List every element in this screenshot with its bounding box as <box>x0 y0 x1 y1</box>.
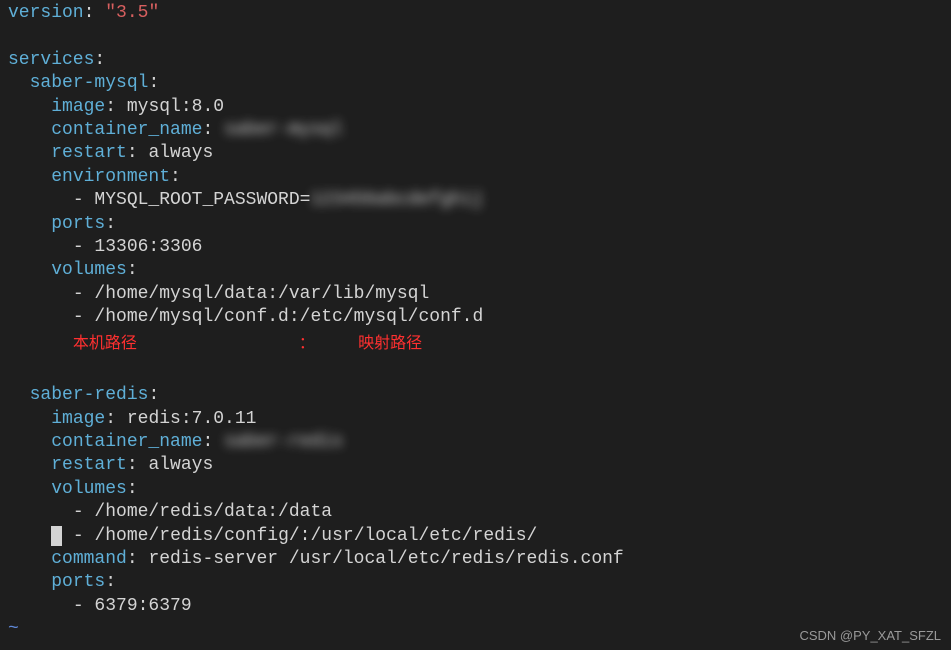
yaml-line: restart: always <box>8 142 943 165</box>
yaml-key: command <box>51 549 127 569</box>
yaml-line: volumes: <box>8 259 943 282</box>
yaml-key: image <box>51 97 105 117</box>
yaml-line: container_name: saber-mysql <box>8 119 943 142</box>
yaml-key: restart <box>51 455 127 475</box>
yaml-key: container_name <box>51 432 202 452</box>
yaml-key: ports <box>51 572 105 592</box>
yaml-line-services: services: <box>8 49 943 72</box>
yaml-service-name: saber-redis <box>30 385 149 405</box>
yaml-line: - MYSQL_ROOT_PASSWORD=123456abcdefghij <box>8 189 943 212</box>
yaml-line: image: redis:7.0.11 <box>8 408 943 431</box>
yaml-key: container_name <box>51 120 202 140</box>
yaml-value: "3.5" <box>105 3 159 23</box>
yaml-service-name: saber-mysql <box>30 73 149 93</box>
yaml-empty-line <box>8 361 943 384</box>
yaml-line: container_name: saber-redis <box>8 431 943 454</box>
tilde-icon: ~ <box>8 619 19 639</box>
annotation-mapped-path: 映射路径 <box>358 335 422 353</box>
yaml-key: ports <box>51 214 105 234</box>
yaml-line: environment: <box>8 166 943 189</box>
yaml-line: saber-redis: <box>8 384 943 407</box>
yaml-value-blurred: 123456abcdefghij <box>310 190 483 210</box>
yaml-line: ports: <box>8 571 943 594</box>
yaml-value: /home/redis/config/:/usr/local/etc/redis… <box>94 526 537 546</box>
yaml-line: - 6379:6379 <box>8 595 943 618</box>
yaml-value: redis:7.0.11 <box>127 409 257 429</box>
yaml-value-blurred: saber-mysql <box>224 120 343 140</box>
yaml-value-blurred: saber-redis <box>224 432 343 452</box>
yaml-value: /home/redis/data:/data <box>94 502 332 522</box>
yaml-value: 6379:6379 <box>94 596 191 616</box>
yaml-line-version: version: "3.5" <box>8 2 943 25</box>
yaml-line: image: mysql:8.0 <box>8 96 943 119</box>
yaml-line: - /home/mysql/conf.d:/etc/mysql/conf.d <box>8 306 943 329</box>
yaml-line: - 13306:3306 <box>8 236 943 259</box>
yaml-line: saber-mysql: <box>8 72 943 95</box>
yaml-line: - /home/redis/config/:/usr/local/etc/red… <box>8 525 943 548</box>
yaml-key: services <box>8 50 94 70</box>
cursor-block <box>51 526 62 546</box>
yaml-empty-line <box>8 25 943 48</box>
annotation-separator: ： <box>299 335 315 353</box>
yaml-key: volumes <box>51 260 127 280</box>
yaml-line: ports: <box>8 213 943 236</box>
yaml-line: volumes: <box>8 478 943 501</box>
yaml-line: - /home/redis/data:/data <box>8 501 943 524</box>
yaml-key: environment <box>51 167 170 187</box>
yaml-line: - /home/mysql/data:/var/lib/mysql <box>8 283 943 306</box>
yaml-value: mysql:8.0 <box>127 97 224 117</box>
yaml-value: /home/mysql/data:/var/lib/mysql <box>94 284 429 304</box>
yaml-value: redis-server /usr/local/etc/redis/redis.… <box>148 549 623 569</box>
yaml-line: command: redis-server /usr/local/etc/red… <box>8 548 943 571</box>
yaml-value: always <box>148 455 213 475</box>
annotation-local-path: 本机路径 <box>73 335 137 353</box>
yaml-key: version <box>8 3 84 23</box>
yaml-value: MYSQL_ROOT_PASSWORD= <box>94 190 310 210</box>
yaml-value: /home/mysql/conf.d:/etc/mysql/conf.d <box>94 307 483 327</box>
yaml-line: restart: always <box>8 454 943 477</box>
yaml-value: 13306:3306 <box>94 237 202 257</box>
annotation-line: 本机路径 ： 映射路径 <box>8 329 943 360</box>
yaml-key: image <box>51 409 105 429</box>
yaml-value: always <box>148 143 213 163</box>
yaml-key: restart <box>51 143 127 163</box>
yaml-key: volumes <box>51 479 127 499</box>
watermark-text: CSDN @PY_XAT_SFZL <box>799 628 941 645</box>
